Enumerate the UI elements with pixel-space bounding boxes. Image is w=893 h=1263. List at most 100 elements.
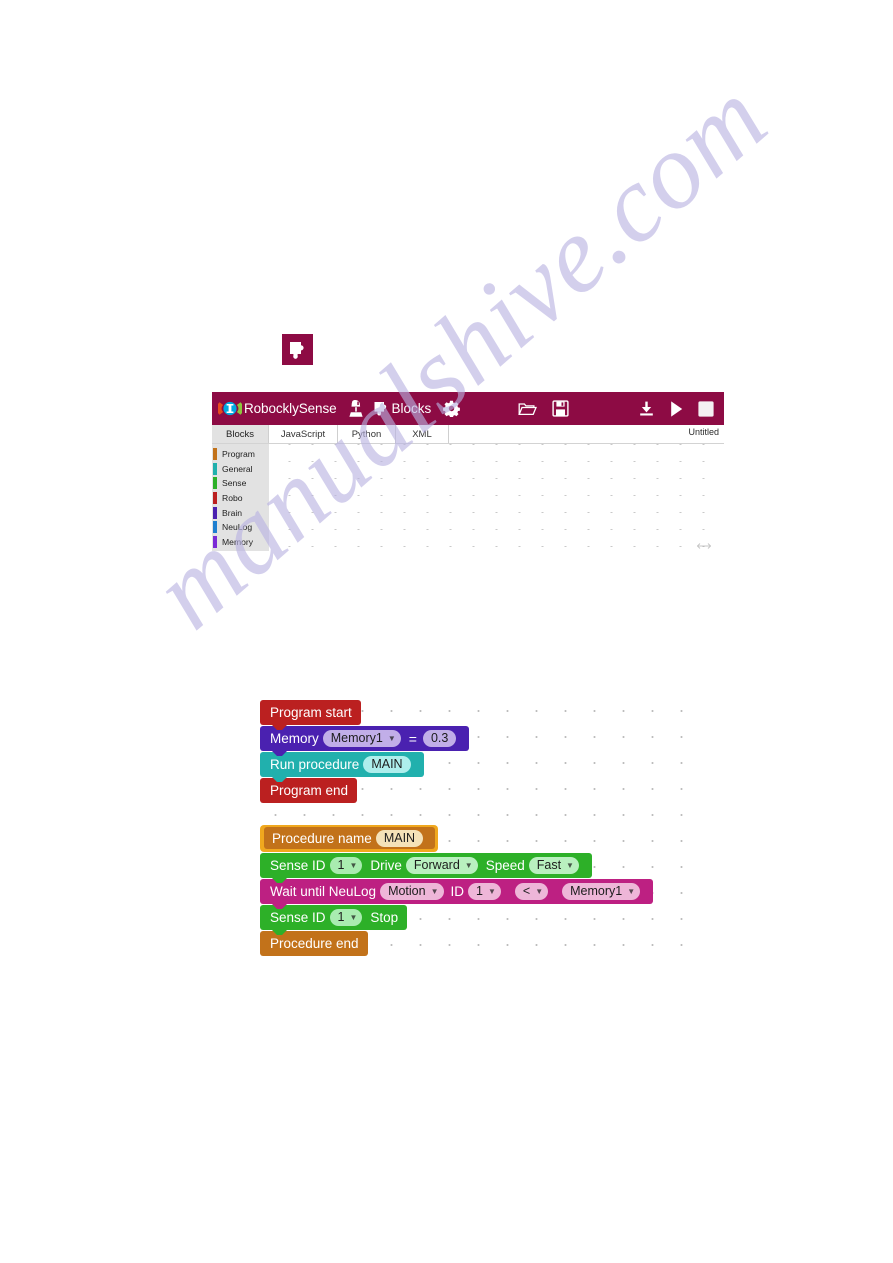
editor-tabs: Blocks JavaScript Python XML Untitled	[212, 425, 724, 444]
gear-icon[interactable]	[441, 392, 461, 425]
memory-variable-dropdown[interactable]: Memory1 ▼	[322, 730, 401, 747]
block-label: Procedure end	[270, 935, 359, 951]
chevron-down-icon: ▼	[627, 886, 636, 896]
palette-item-brain[interactable]: Brain	[212, 505, 269, 520]
palette-item-neulog[interactable]: NeuLog	[212, 520, 269, 535]
category-color-swatch	[213, 477, 217, 490]
tab-blocks[interactable]: Blocks	[212, 425, 269, 443]
field-value: MAIN	[371, 757, 403, 772]
block-notch	[271, 776, 288, 782]
block-keyword: Sense ID	[270, 857, 326, 873]
document-title: Untitled	[688, 427, 719, 437]
chevron-down-icon: ▼	[464, 860, 473, 870]
palette-item-label: Brain	[222, 507, 243, 518]
category-color-swatch	[213, 462, 217, 475]
page-watermark: manualshive.com	[0, 0, 893, 1263]
category-color-swatch	[213, 535, 217, 548]
dropdown-value: 1	[337, 910, 345, 925]
sense-id-dropdown[interactable]: 1 ▼	[329, 857, 363, 874]
memory-value-field[interactable]: 0.3	[422, 730, 457, 747]
main-program-stack: Program start Memory Memory1 ▼ = 0.3 Run…	[260, 700, 470, 804]
drive-label: Drive	[370, 857, 402, 873]
robot-icon[interactable]	[346, 392, 366, 425]
palette-item-label: General	[222, 463, 253, 474]
block-palette: Program General Sense Robo Brain NeuLog	[212, 444, 269, 551]
palette-item-general[interactable]: General	[212, 462, 269, 477]
sensor-id-label: ID	[450, 883, 465, 899]
workspace-resize-handle[interactable]	[697, 542, 711, 550]
speed-dropdown[interactable]: Fast ▼	[528, 857, 579, 874]
chevron-down-icon: ▼	[349, 860, 358, 870]
palette-item-robo[interactable]: Robo	[212, 491, 269, 506]
save-icon[interactable]	[550, 392, 570, 425]
folder-open-icon[interactable]	[517, 392, 537, 425]
block-keyword: Run procedure	[270, 756, 360, 772]
sensor-id-dropdown[interactable]: 1 ▼	[468, 883, 501, 900]
procedure-name-field[interactable]: MAIN	[375, 829, 424, 847]
tab-javascript-label: JavaScript	[280, 428, 326, 440]
palette-item-label: Memory	[222, 536, 254, 547]
play-icon[interactable]	[666, 392, 686, 425]
palette-item-sense[interactable]: Sense	[212, 476, 269, 491]
block-memory-set[interactable]: Memory Memory1 ▼ = 0.3	[260, 726, 470, 756]
chevron-down-icon: ▼	[430, 886, 439, 896]
block-keyword: Sense ID	[270, 909, 326, 925]
compare-value-dropdown[interactable]: Memory1 ▼	[562, 883, 641, 900]
block-notch	[271, 750, 288, 756]
block-notch	[271, 724, 288, 730]
block-procedure-definition[interactable]: Procedure name MAIN	[260, 825, 439, 863]
app-logo[interactable]: RobocklySense	[218, 400, 337, 417]
block-wait-until-neulog[interactable]: Wait until NeuLog Motion ▼ ID 1 ▼ < ▼ Me…	[260, 879, 654, 909]
app-brand-label: RobocklySense	[244, 401, 337, 416]
palette-item-program[interactable]: Program	[212, 447, 269, 462]
blocks-toolbar-label: Blocks	[391, 401, 432, 416]
block-notch	[271, 929, 288, 935]
block-keyword: Memory	[270, 730, 319, 746]
block-sense-drive[interactable]: Sense ID 1 ▼ Drive Forward ▼ Speed Fast …	[260, 853, 592, 883]
tab-python-label: Python	[351, 428, 382, 440]
tab-python[interactable]: Python	[338, 425, 396, 443]
dropdown-value: Fast	[536, 858, 562, 873]
category-color-swatch	[213, 492, 217, 505]
tabs-filler	[449, 425, 724, 443]
stop-icon[interactable]	[694, 392, 718, 425]
field-value: 0.3	[430, 731, 449, 746]
palette-item-label: Robo	[222, 493, 243, 504]
tab-xml[interactable]: XML	[396, 425, 449, 443]
speed-label: Speed	[485, 857, 525, 873]
stop-action-label: Stop	[370, 909, 399, 925]
dropdown-value: 1	[476, 884, 483, 899]
palette-item-label: NeuLog	[222, 522, 253, 533]
sense-id-dropdown[interactable]: 1 ▼	[329, 909, 363, 926]
palette-item-label: Sense	[222, 478, 247, 489]
chevron-down-icon: ▼	[535, 886, 544, 896]
editor-body: Program General Sense Robo Brain NeuLog	[212, 444, 724, 551]
dropdown-value: Memory1	[330, 731, 383, 746]
blockly-workspace[interactable]	[269, 444, 724, 551]
download-icon[interactable]	[636, 392, 656, 425]
dropdown-value: Forward	[413, 858, 460, 873]
comparator-dropdown[interactable]: < ▼	[514, 883, 549, 900]
tab-javascript[interactable]: JavaScript	[269, 425, 338, 443]
puzzle-icon[interactable]	[373, 392, 391, 425]
direction-dropdown[interactable]: Forward ▼	[405, 857, 478, 874]
block-notch	[271, 877, 288, 883]
category-color-swatch	[213, 506, 217, 519]
category-color-swatch	[213, 521, 217, 534]
dropdown-value: Motion	[388, 884, 426, 899]
procedure-name-field[interactable]: MAIN	[363, 756, 411, 773]
chevron-down-icon: ▼	[566, 860, 574, 870]
robocklysense-logo-icon	[218, 401, 242, 416]
program-blocks-diagram: Program start Memory Memory1 ▼ = 0.3 Run…	[0, 688, 893, 968]
palette-item-label: Program	[222, 449, 255, 460]
block-program-start[interactable]: Program start	[260, 700, 361, 730]
dropdown-value: Memory1	[570, 884, 623, 899]
robocklysense-app-window: RobocklySense Blocks Blocks JavaScript P…	[212, 392, 724, 551]
block-keyword: Procedure name	[272, 830, 372, 846]
block-label: Program end	[270, 782, 349, 798]
dropdown-value: <	[522, 884, 531, 899]
palette-item-memory[interactable]: Memory	[212, 535, 269, 550]
sensor-dropdown[interactable]: Motion ▼	[380, 883, 444, 900]
watermark-text: manualshive.com	[131, 57, 789, 652]
chevron-down-icon: ▼	[349, 912, 358, 922]
